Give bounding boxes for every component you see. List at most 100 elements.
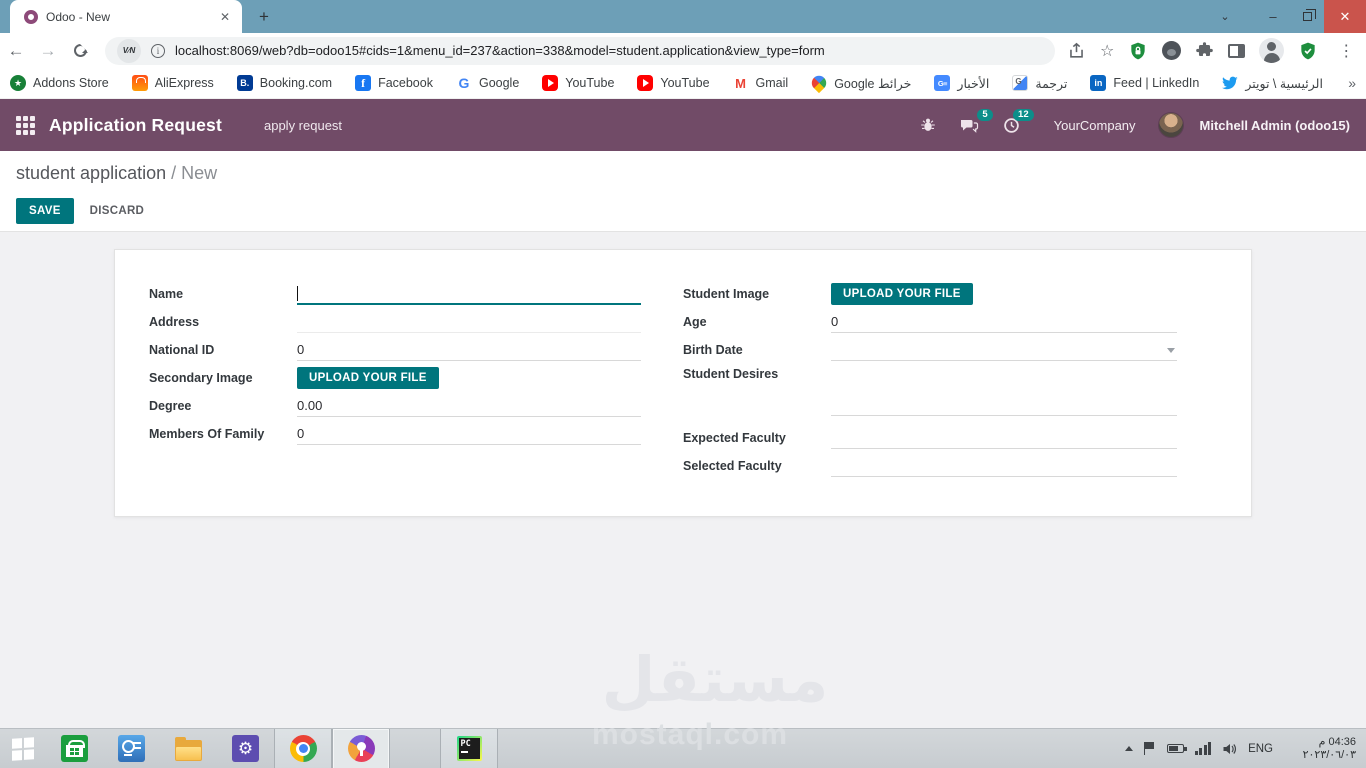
browser-tab-odoo[interactable]: Odoo - New ✕ [10,0,242,33]
datepicker-caret-icon[interactable] [1167,348,1175,357]
bookmark-translate[interactable]: G ترجمة [1012,75,1067,91]
profile-avatar-icon[interactable] [1259,38,1285,63]
bookmark-booking[interactable]: B. Booking.com [236,75,332,91]
volume-icon[interactable] [1222,742,1237,756]
menu-apply-request[interactable]: apply request [252,101,354,150]
secondary-image-upload-button[interactable]: UPLOAD YOUR FILE [297,367,439,389]
form-right-column: Student Image UPLOAD YOUR FILE Age 0 Bir… [683,280,1177,480]
address-input[interactable] [297,311,641,333]
network-signal-icon[interactable] [1194,742,1212,755]
birth-date-input[interactable] [831,339,1177,361]
bookmark-news[interactable]: G≡ الأخبار [934,75,989,91]
toolbar-icons: ☆ ⋮ [1067,38,1360,63]
extensions-puzzle-icon[interactable] [1195,41,1214,60]
twitter-bird-icon [1222,76,1239,90]
tray-time: 04:36 م [1318,735,1356,748]
taskbar-settings-icon[interactable]: ⚙ [232,735,259,762]
bookmarks-overflow-chevron[interactable]: » [1348,75,1356,91]
back-button[interactable]: ← [0,41,32,61]
breadcrumb-separator: / [166,163,182,183]
language-indicator[interactable]: ENG [1248,743,1273,755]
tab-close-icon[interactable]: ✕ [216,8,234,26]
adblock-shield-lock-icon[interactable] [1128,41,1148,61]
save-button[interactable]: SAVE [16,198,74,224]
new-tab-button[interactable]: + [252,5,276,29]
members-of-family-input[interactable]: 0 [297,423,641,445]
expected-faculty-input[interactable] [831,427,1177,449]
selected-faculty-input[interactable] [831,455,1177,477]
bookmark-aliexpress[interactable]: AliExpress [131,75,214,91]
age-input[interactable]: 0 [831,311,1177,333]
vpn-extension-icon[interactable]: V∕N [117,38,141,63]
booking-icon: B. [236,75,253,91]
taskbar-epic-browser-button[interactable] [332,728,390,768]
taskbar-store-icon[interactable] [61,735,88,762]
window-restore-button[interactable] [1290,0,1324,33]
start-button[interactable] [0,729,46,768]
student-desires-textarea[interactable] [831,364,1177,416]
user-menu[interactable]: Mitchell Admin (odoo15) [1200,118,1350,133]
tray-hidden-icons-chevron[interactable] [1124,746,1133,751]
debug-bug-icon[interactable] [912,111,944,139]
apps-grid-icon[interactable] [16,115,35,135]
bookmark-addons-store[interactable]: ★ Addons Store [10,75,109,91]
bookmarks-bar: ★ Addons Store AliExpress B. Booking.com… [0,68,1366,99]
bookmark-youtube-2[interactable]: YouTube [637,75,710,91]
degree-input[interactable]: 0.00 [297,395,641,417]
company-switcher[interactable]: YourCompany [1054,118,1136,133]
field-row-national-id: National ID 0 [149,336,641,364]
taskbar-file-explorer-icon[interactable] [175,736,202,761]
national-id-input[interactable]: 0 [297,339,641,361]
aliexpress-icon [131,75,148,91]
bookmark-twitter[interactable]: الرئيسية \ تويتر [1222,75,1323,91]
bookmark-google-maps[interactable]: خرائط Google [809,72,911,94]
breadcrumb-parent[interactable]: student application [16,163,166,183]
window-close-button[interactable]: ✕ [1324,0,1366,33]
discard-button[interactable]: DISCARD [90,205,145,217]
activities-clock-icon[interactable]: 12 [995,108,1034,140]
breadcrumb-current: New [181,163,218,183]
addons-store-icon: ★ [10,75,26,91]
form-left-column: Name Address National ID 0 Secondary Ima… [149,280,641,448]
tray-clock[interactable]: 04:36 م ٢٠٢٣/٠٦/٠٣ [1284,736,1356,762]
window-minimize-button[interactable]: – [1256,0,1290,33]
side-panel-icon[interactable] [1228,43,1246,58]
site-info-icon[interactable]: i [151,43,165,58]
field-label-name: Name [149,287,184,301]
bookmark-gmail[interactable]: M Gmail [733,75,788,91]
messages-icon[interactable]: 5 [952,108,993,140]
bookmark-youtube-1[interactable]: YouTube [542,75,614,91]
battery-icon[interactable] [1166,744,1187,753]
bookmark-star-icon[interactable]: ☆ [1100,41,1114,61]
field-label-expected-faculty: Expected Faculty [683,431,786,445]
messages-badge: 5 [977,108,993,121]
url-text[interactable]: localhost:8069/web?db=odoo15#cids=1&menu… [175,43,825,58]
tab-search-chevron-icon[interactable]: ⌄ [1208,0,1242,33]
name-input[interactable] [297,283,641,305]
taskbar-chrome-button[interactable] [274,728,332,768]
field-row-name: Name [149,280,641,308]
gorilla-extension-icon[interactable] [1162,41,1182,60]
bookmark-google[interactable]: G Google [456,75,520,91]
field-label-address: Address [149,315,200,329]
student-image-upload-button[interactable]: UPLOAD YOUR FILE [831,283,973,305]
taskbar-pycharm-button[interactable]: PC [440,728,498,768]
google-icon: G [458,75,470,91]
app-title[interactable]: Application Request [49,115,222,136]
user-avatar[interactable] [1157,112,1184,138]
tab-title: Odoo - New [46,9,111,24]
taskbar-control-panel-icon[interactable] [118,735,145,762]
reload-button[interactable] [74,44,88,57]
share-icon[interactable] [1067,41,1086,60]
forward-button[interactable]: → [32,41,64,61]
field-row-student-desires: Student Desires [683,364,1177,424]
browser-menu-icon[interactable]: ⋮ [1332,41,1360,61]
action-center-flag-icon[interactable] [1143,742,1156,755]
shield-check-icon[interactable] [1298,41,1318,61]
bookmark-facebook[interactable]: f Facebook [355,75,433,91]
system-tray: ENG 04:36 م ٢٠٢٣/٠٦/٠٣ [1124,729,1366,768]
chrome-icon [289,735,317,762]
field-row-address: Address [149,308,641,336]
bookmark-linkedin[interactable]: in Feed | LinkedIn [1090,75,1199,91]
address-bar[interactable]: V∕N i localhost:8069/web?db=odoo15#cids=… [105,36,1055,65]
